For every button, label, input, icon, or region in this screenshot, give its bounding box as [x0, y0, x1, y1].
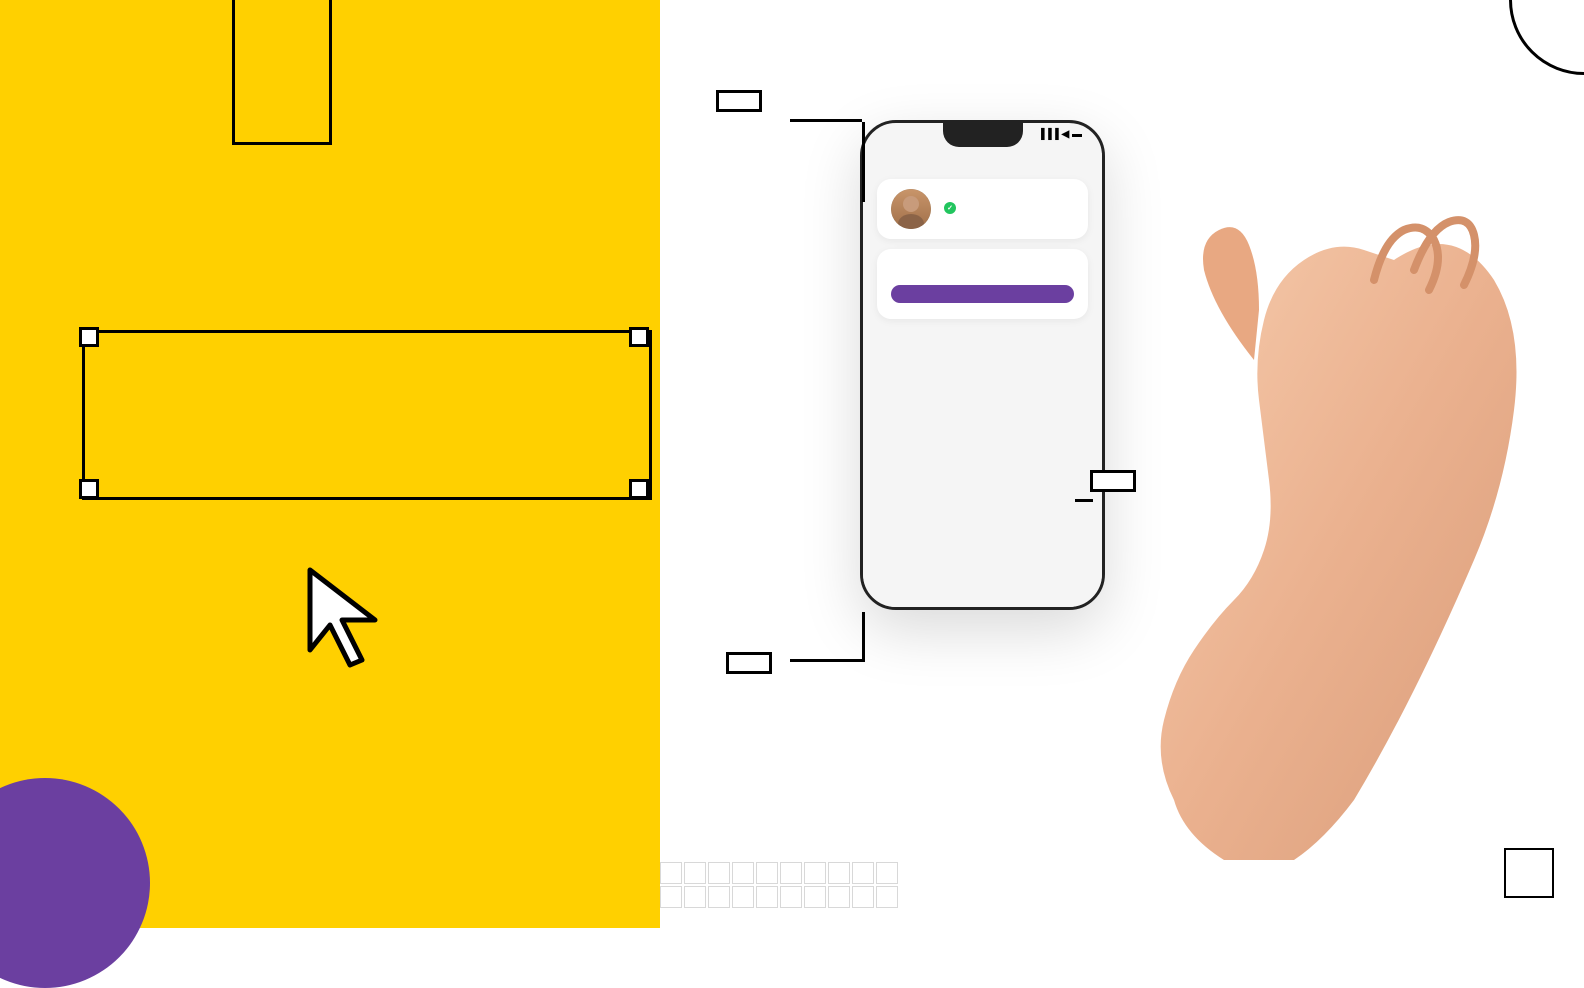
selection-corner-tl — [79, 327, 99, 347]
online-label-box — [716, 90, 762, 112]
grid-decoration: const grid = document.querySelector('.gr… — [660, 862, 898, 908]
user-avatar — [891, 189, 931, 229]
avatar-face — [891, 189, 931, 229]
online-connector-vertical — [862, 122, 865, 202]
phone-body: ▐▐▐ ◀ ▬ ✓ — [860, 120, 1105, 610]
brand-logo — [1504, 848, 1554, 898]
offline-connector-horizontal — [790, 659, 862, 662]
vq-selection-box — [82, 330, 652, 500]
online-connector-horizontal — [790, 119, 862, 122]
user-info: ✓ — [941, 202, 1074, 216]
service-time-connector-h — [1075, 499, 1093, 502]
queue-card — [877, 249, 1088, 319]
selection-corner-br — [629, 479, 649, 499]
selection-corner-bl — [79, 479, 99, 499]
offline-connector-vertical — [862, 612, 865, 662]
phone-queue-header — [877, 163, 1088, 167]
deco-square-yellow — [232, 0, 332, 145]
user-card: ✓ — [877, 179, 1088, 239]
selection-corner-tr — [629, 327, 649, 347]
phone-content: ✓ — [863, 153, 1102, 607]
deco-circle-tr — [1434, 0, 1584, 150]
offline-label-box — [726, 652, 772, 674]
service-time-label-box — [1090, 470, 1136, 492]
verified-badge: ✓ — [944, 202, 956, 214]
leave-queue-button[interactable] — [891, 285, 1074, 303]
phone-mockup: ▐▐▐ ◀ ▬ ✓ — [860, 120, 1105, 610]
status-icons: ▐▐▐ ◀ ▬ — [1037, 129, 1082, 140]
phone-status-bar: ▐▐▐ ◀ ▬ — [883, 129, 1082, 140]
user-name: ✓ — [941, 202, 1074, 214]
cursor-icon — [300, 560, 390, 675]
